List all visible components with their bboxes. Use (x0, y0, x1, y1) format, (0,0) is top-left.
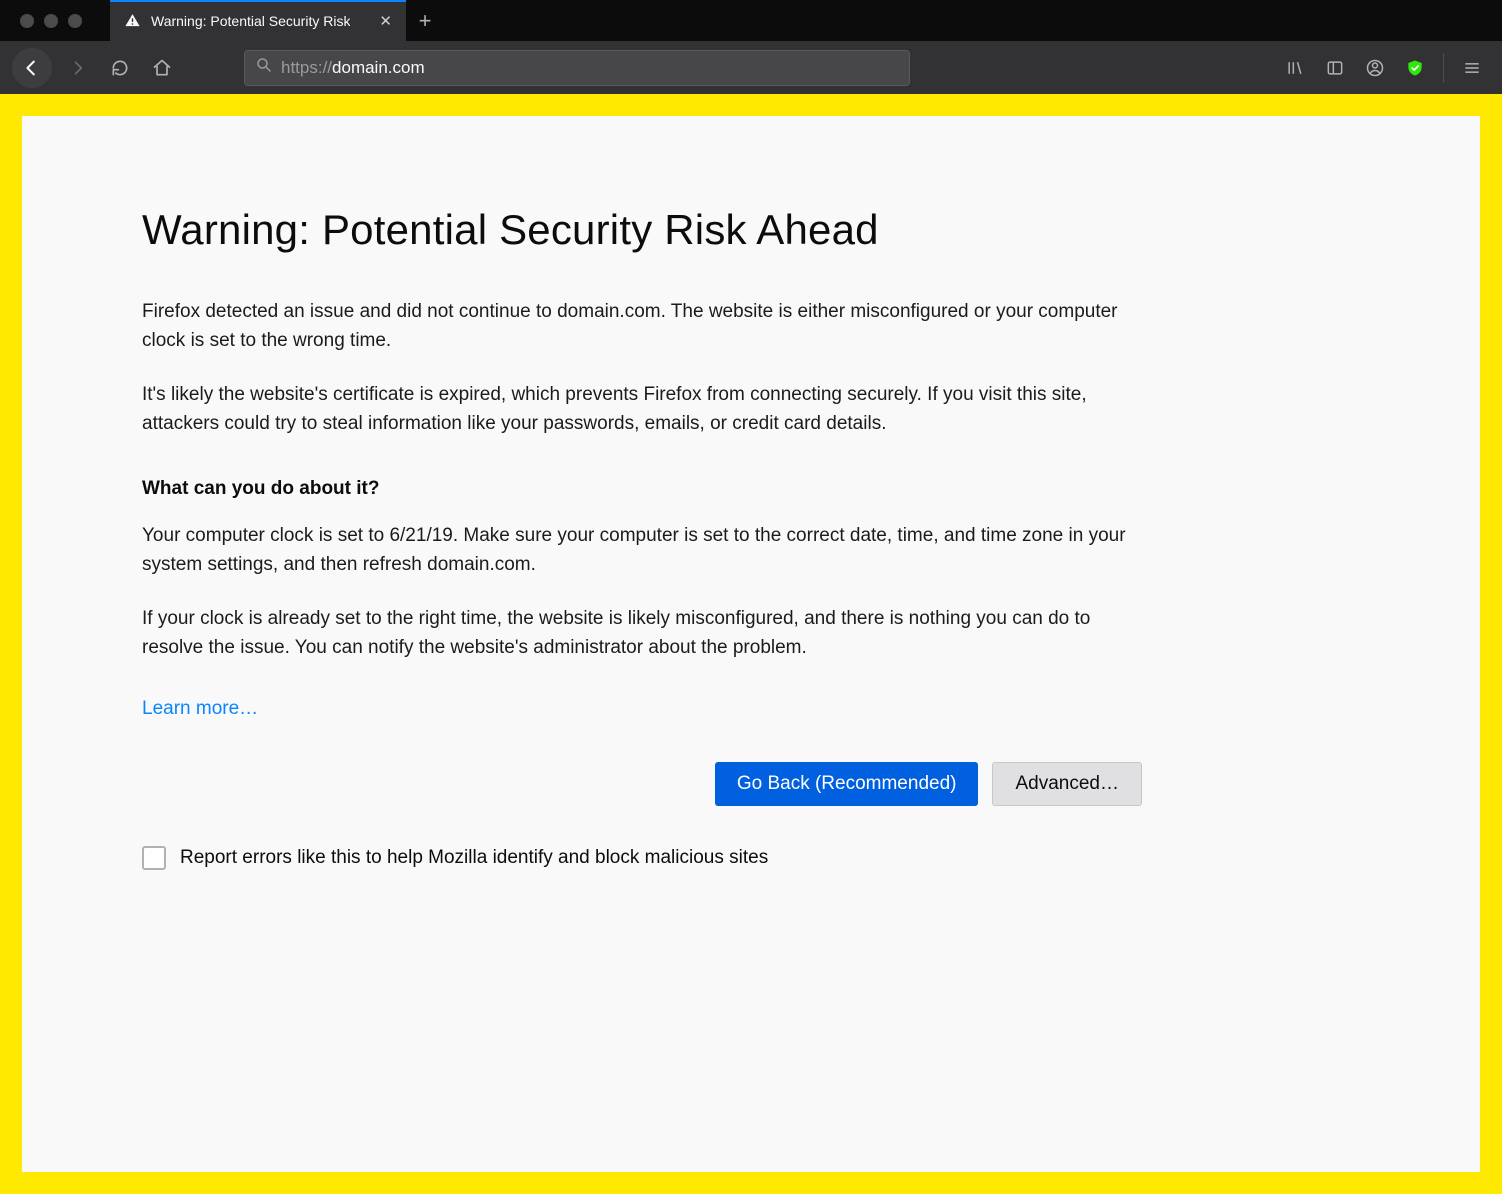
button-row: Go Back (Recommended) Advanced… (142, 762, 1142, 806)
toolbar: https://domain.com (0, 41, 1502, 94)
advanced-button[interactable]: Advanced… (992, 762, 1142, 806)
url-bar[interactable]: https://domain.com (244, 50, 910, 86)
toolbar-right (1277, 50, 1490, 86)
report-row: Report errors like this to help Mozilla … (142, 846, 1142, 870)
subheading: What can you do about it? (142, 478, 1142, 500)
warning-icon (124, 12, 141, 29)
tab-title: Warning: Potential Security Risk (151, 13, 350, 29)
library-button[interactable] (1277, 50, 1313, 86)
page-heading: Warning: Potential Security Risk Ahead (142, 206, 1142, 254)
learn-more-link[interactable]: Learn more… (142, 698, 258, 720)
error-paragraph-3: Your computer clock is set to 6/21/19. M… (142, 522, 1142, 579)
search-icon (255, 56, 273, 79)
report-checkbox[interactable] (142, 846, 166, 870)
window-controls (0, 14, 82, 28)
reload-button[interactable] (102, 50, 138, 86)
error-page: Warning: Potential Security Risk Ahead F… (22, 116, 1480, 1172)
error-paragraph-1: Firefox detected an issue and did not co… (142, 298, 1142, 355)
separator (1443, 53, 1444, 83)
error-paragraph-4: If your clock is already set to the righ… (142, 605, 1142, 662)
url-text: https://domain.com (281, 58, 425, 78)
back-button[interactable] (12, 48, 52, 88)
window-close-button[interactable] (20, 14, 34, 28)
url-host: domain.com (332, 58, 425, 77)
window-zoom-button[interactable] (68, 14, 82, 28)
shield-icon[interactable] (1397, 50, 1433, 86)
go-back-button[interactable]: Go Back (Recommended) (715, 762, 979, 806)
sidebar-button[interactable] (1317, 50, 1353, 86)
error-paragraph-2: It's likely the website's certificate is… (142, 381, 1142, 438)
menu-button[interactable] (1454, 50, 1490, 86)
tab-close-button[interactable]: ✕ (379, 12, 392, 30)
browser-tab[interactable]: Warning: Potential Security Risk ✕ (110, 0, 406, 41)
titlebar: Warning: Potential Security Risk ✕ + (0, 0, 1502, 41)
home-button[interactable] (144, 50, 180, 86)
tabstrip: Warning: Potential Security Risk ✕ + (110, 0, 444, 41)
content-frame: Warning: Potential Security Risk Ahead F… (0, 94, 1502, 1194)
url-scheme: https:// (281, 58, 332, 77)
window-minimize-button[interactable] (44, 14, 58, 28)
account-button[interactable] (1357, 50, 1393, 86)
forward-button[interactable] (60, 50, 96, 86)
report-label: Report errors like this to help Mozilla … (180, 847, 768, 869)
new-tab-button[interactable]: + (406, 0, 444, 41)
